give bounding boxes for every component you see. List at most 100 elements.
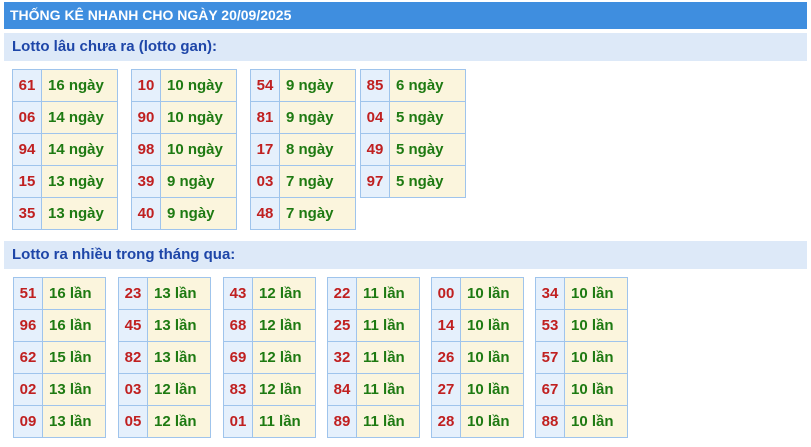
lotto-number: 05 xyxy=(118,405,148,438)
lotto-number: 48 xyxy=(250,197,280,230)
table-row: 14 10 lần xyxy=(431,309,524,342)
table-row: 82 13 lần xyxy=(118,341,211,374)
times-drawn: 13 lần xyxy=(147,341,211,374)
table-row: 49 5 ngày xyxy=(360,133,466,166)
times-drawn: 10 lần xyxy=(564,277,628,310)
lotto-number: 01 xyxy=(223,405,253,438)
days-absent: 5 ngày xyxy=(389,101,466,134)
days-absent: 14 ngày xyxy=(41,133,118,166)
days-absent: 9 ngày xyxy=(160,197,237,230)
table-row: 40 9 ngày xyxy=(131,197,237,230)
gan-section-title: Lotto lâu chưa ra (lotto gan): xyxy=(4,33,807,61)
table-row: 34 10 lần xyxy=(535,277,628,310)
table-row: 90 10 ngày xyxy=(131,101,237,134)
frequent-section-title: Lotto ra nhiều trong tháng qua: xyxy=(4,241,807,269)
lotto-number: 34 xyxy=(535,277,565,310)
times-drawn: 10 lần xyxy=(460,373,524,406)
times-drawn: 13 lần xyxy=(42,373,106,406)
lotto-number: 96 xyxy=(13,309,43,342)
times-drawn: 11 lần xyxy=(356,405,420,438)
table-row: 85 6 ngày xyxy=(360,69,466,102)
times-drawn: 10 lần xyxy=(564,309,628,342)
times-drawn: 13 lần xyxy=(42,405,106,438)
table-row: 68 12 lần xyxy=(223,309,316,342)
times-drawn: 10 lần xyxy=(564,405,628,438)
table-row: 22 11 lần xyxy=(327,277,420,310)
days-absent: 5 ngày xyxy=(389,165,466,198)
table-row: 88 10 lần xyxy=(535,405,628,438)
lotto-number: 43 xyxy=(223,277,253,310)
lotto-number: 04 xyxy=(360,101,390,134)
lotto-number: 23 xyxy=(118,277,148,310)
lotto-number: 51 xyxy=(13,277,43,310)
lotto-number: 53 xyxy=(535,309,565,342)
lotto-number: 00 xyxy=(431,277,461,310)
table-row: 84 11 lần xyxy=(327,373,420,406)
times-drawn: 11 lần xyxy=(356,373,420,406)
days-absent: 7 ngày xyxy=(279,165,356,198)
gan-group-2: 10 10 ngày 90 10 ngày 98 10 ngày 39 9 ngày 4… xyxy=(131,69,237,230)
table-row: 45 13 lần xyxy=(118,309,211,342)
table-row: 15 13 ngày xyxy=(12,165,118,198)
table-row: 54 9 ngày xyxy=(250,69,356,102)
days-absent: 8 ngày xyxy=(279,133,356,166)
times-drawn: 11 lần xyxy=(356,341,420,374)
table-row: 83 12 lần xyxy=(223,373,316,406)
days-absent: 16 ngày xyxy=(41,69,118,102)
times-drawn: 12 lần xyxy=(147,405,211,438)
times-drawn: 12 lần xyxy=(252,373,316,406)
lotto-number: 03 xyxy=(250,165,280,198)
times-drawn: 11 lần xyxy=(252,405,316,438)
lotto-number: 89 xyxy=(327,405,357,438)
times-drawn: 11 lần xyxy=(356,277,420,310)
table-row: 02 13 lần xyxy=(13,373,106,406)
table-row: 05 12 lần xyxy=(118,405,211,438)
days-absent: 10 ngày xyxy=(160,69,237,102)
table-row: 03 7 ngày xyxy=(250,165,356,198)
lotto-number: 67 xyxy=(535,373,565,406)
lotto-number: 27 xyxy=(431,373,461,406)
times-drawn: 10 lần xyxy=(460,277,524,310)
table-row: 57 10 lần xyxy=(535,341,628,374)
lotto-number: 26 xyxy=(431,341,461,374)
table-row: 62 15 lần xyxy=(13,341,106,374)
table-row: 96 16 lần xyxy=(13,309,106,342)
lotto-number: 22 xyxy=(327,277,357,310)
table-row: 27 10 lần xyxy=(431,373,524,406)
days-absent: 9 ngày xyxy=(279,69,356,102)
table-row: 94 14 ngày xyxy=(12,133,118,166)
times-drawn: 12 lần xyxy=(252,309,316,342)
lotto-number: 06 xyxy=(12,101,42,134)
times-drawn: 12 lần xyxy=(252,277,316,310)
table-row: 97 5 ngày xyxy=(360,165,466,198)
table-row: 81 9 ngày xyxy=(250,101,356,134)
table-row: 51 16 lần xyxy=(13,277,106,310)
lotto-number: 15 xyxy=(12,165,42,198)
days-absent: 10 ngày xyxy=(160,133,237,166)
lotto-number: 83 xyxy=(223,373,253,406)
table-row: 53 10 lần xyxy=(535,309,628,342)
lotto-number: 03 xyxy=(118,373,148,406)
lotto-number: 94 xyxy=(12,133,42,166)
lotto-number: 09 xyxy=(13,405,43,438)
lotto-number: 10 xyxy=(131,69,161,102)
lotto-number: 85 xyxy=(360,69,390,102)
times-drawn: 13 lần xyxy=(147,309,211,342)
lotto-number: 02 xyxy=(13,373,43,406)
table-row: 89 11 lần xyxy=(327,405,420,438)
times-drawn: 11 lần xyxy=(356,309,420,342)
times-drawn: 12 lần xyxy=(147,373,211,406)
times-drawn: 15 lần xyxy=(42,341,106,374)
lotto-number: 45 xyxy=(118,309,148,342)
table-row: 69 12 lần xyxy=(223,341,316,374)
lotto-number: 39 xyxy=(131,165,161,198)
table-row: 35 13 ngày xyxy=(12,197,118,230)
days-absent: 9 ngày xyxy=(160,165,237,198)
times-drawn: 13 lần xyxy=(147,277,211,310)
lotto-number: 90 xyxy=(131,101,161,134)
lotto-number: 84 xyxy=(327,373,357,406)
freq-group-4: 22 11 lần 25 11 lần 32 11 lần 84 11 lần 89 11… xyxy=(327,277,420,438)
times-drawn: 10 lần xyxy=(564,373,628,406)
times-drawn: 10 lần xyxy=(460,309,524,342)
gan-group-3: 54 9 ngày 81 9 ngày 17 8 ngày 03 7 ngày 48 7 … xyxy=(250,69,356,230)
